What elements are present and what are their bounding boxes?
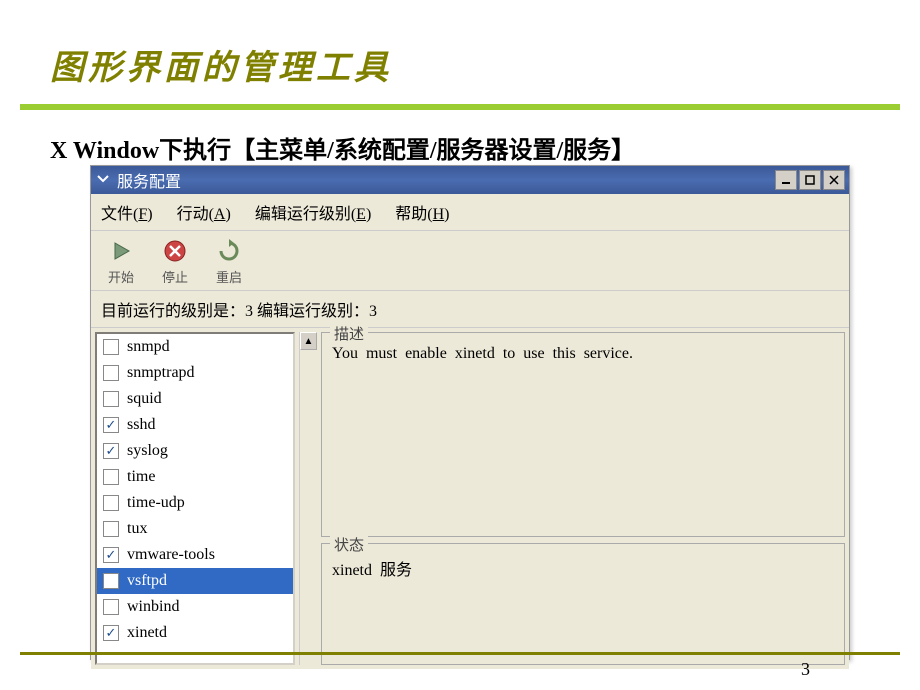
stop-icon — [161, 237, 189, 265]
service-item-time-udp[interactable]: time-udp — [97, 490, 293, 516]
toolbar: 开始 停止 重启 — [91, 231, 849, 291]
description-text: You must enable xinetd to use this servi… — [322, 333, 844, 371]
service-item-time[interactable]: time — [97, 464, 293, 490]
description-panel: 描述 You must enable xinetd to use this se… — [321, 332, 845, 537]
checkbox[interactable] — [103, 391, 119, 407]
titlebar-buttons — [775, 170, 845, 190]
stop-button[interactable]: 停止 — [155, 237, 195, 286]
menu-h[interactable]: 帮助(H) — [395, 200, 449, 224]
service-label: xinetd — [127, 624, 167, 642]
checkbox[interactable] — [103, 495, 119, 511]
service-item-xinetd[interactable]: ✓ xinetd — [97, 620, 293, 646]
toolbar-label: 开始 — [108, 267, 134, 286]
service-item-syslog[interactable]: ✓ syslog — [97, 438, 293, 464]
toolbar-label: 重启 — [216, 267, 242, 286]
scrollbar[interactable]: ▲ — [299, 332, 317, 665]
status-panel: 状态 xinetd 服务 — [321, 543, 845, 665]
status-text: xinetd 服务 — [322, 544, 844, 588]
menu-a[interactable]: 行动(A) — [177, 200, 231, 224]
content-area: snmpd snmptrapd squid ✓ sshd ✓ syslog time time-… — [91, 328, 849, 669]
start-button[interactable]: 开始 — [101, 237, 141, 286]
runlevel-status: 目前运行的级别是：3 编辑运行级别：3 — [91, 291, 849, 328]
detail-panels: 描述 You must enable xinetd to use this se… — [317, 328, 849, 669]
panel-title: 描述 — [330, 323, 368, 344]
service-label: sshd — [127, 416, 155, 434]
menu-e[interactable]: 编辑运行级别(E) — [255, 200, 371, 224]
menubar: 文件(F) 行动(A) 编辑运行级别(E) 帮助(H) — [91, 194, 849, 231]
service-label: tux — [127, 520, 147, 538]
toolbar-label: 停止 — [162, 267, 188, 286]
slide-title: 图形界面的管理工具 — [0, 0, 920, 99]
service-label: vsftpd — [127, 572, 167, 590]
service-item-squid[interactable]: squid — [97, 386, 293, 412]
play-icon — [107, 237, 135, 265]
checkbox[interactable] — [103, 521, 119, 537]
checkbox[interactable]: ✓ — [103, 417, 119, 433]
service-label: winbind — [127, 598, 179, 616]
checkbox[interactable] — [103, 339, 119, 355]
checkbox[interactable] — [103, 365, 119, 381]
service-item-sshd[interactable]: ✓ sshd — [97, 412, 293, 438]
maximize-button[interactable] — [799, 170, 821, 190]
checkbox[interactable]: ✓ — [103, 547, 119, 563]
checkbox[interactable] — [103, 573, 119, 589]
service-label: squid — [127, 390, 162, 408]
service-label: syslog — [127, 442, 168, 460]
window-icon — [95, 172, 111, 188]
service-label: time — [127, 468, 155, 486]
service-label: time-udp — [127, 494, 185, 512]
service-config-window: 服务配置 文件(F) 行动(A) 编辑运行级别(E) 帮助(H) 开始 停止 重启 — [90, 165, 850, 660]
checkbox[interactable] — [103, 599, 119, 615]
service-item-winbind[interactable]: winbind — [97, 594, 293, 620]
service-item-snmptrapd[interactable]: snmptrapd — [97, 360, 293, 386]
service-label: vmware-tools — [127, 546, 215, 564]
service-label: snmptrapd — [127, 364, 195, 382]
panel-title: 状态 — [330, 534, 368, 555]
restart-icon — [215, 237, 243, 265]
checkbox[interactable]: ✓ — [103, 443, 119, 459]
close-button[interactable] — [823, 170, 845, 190]
service-item-vsftpd[interactable]: vsftpd — [97, 568, 293, 594]
minimize-button[interactable] — [775, 170, 797, 190]
service-label: snmpd — [127, 338, 170, 356]
scroll-up-icon[interactable]: ▲ — [300, 332, 317, 350]
service-item-vmware-tools[interactable]: ✓ vmware-tools — [97, 542, 293, 568]
restart-button[interactable]: 重启 — [209, 237, 249, 286]
service-item-tux[interactable]: tux — [97, 516, 293, 542]
titlebar: 服务配置 — [91, 166, 849, 194]
menu-f[interactable]: 文件(F) — [101, 200, 153, 224]
service-list[interactable]: snmpd snmptrapd squid ✓ sshd ✓ syslog time time-… — [95, 332, 295, 665]
checkbox[interactable]: ✓ — [103, 625, 119, 641]
checkbox[interactable] — [103, 469, 119, 485]
service-item-snmpd[interactable]: snmpd — [97, 334, 293, 360]
page-number: 3 — [801, 659, 810, 680]
footer-line — [20, 652, 900, 655]
window-title: 服务配置 — [117, 168, 775, 192]
